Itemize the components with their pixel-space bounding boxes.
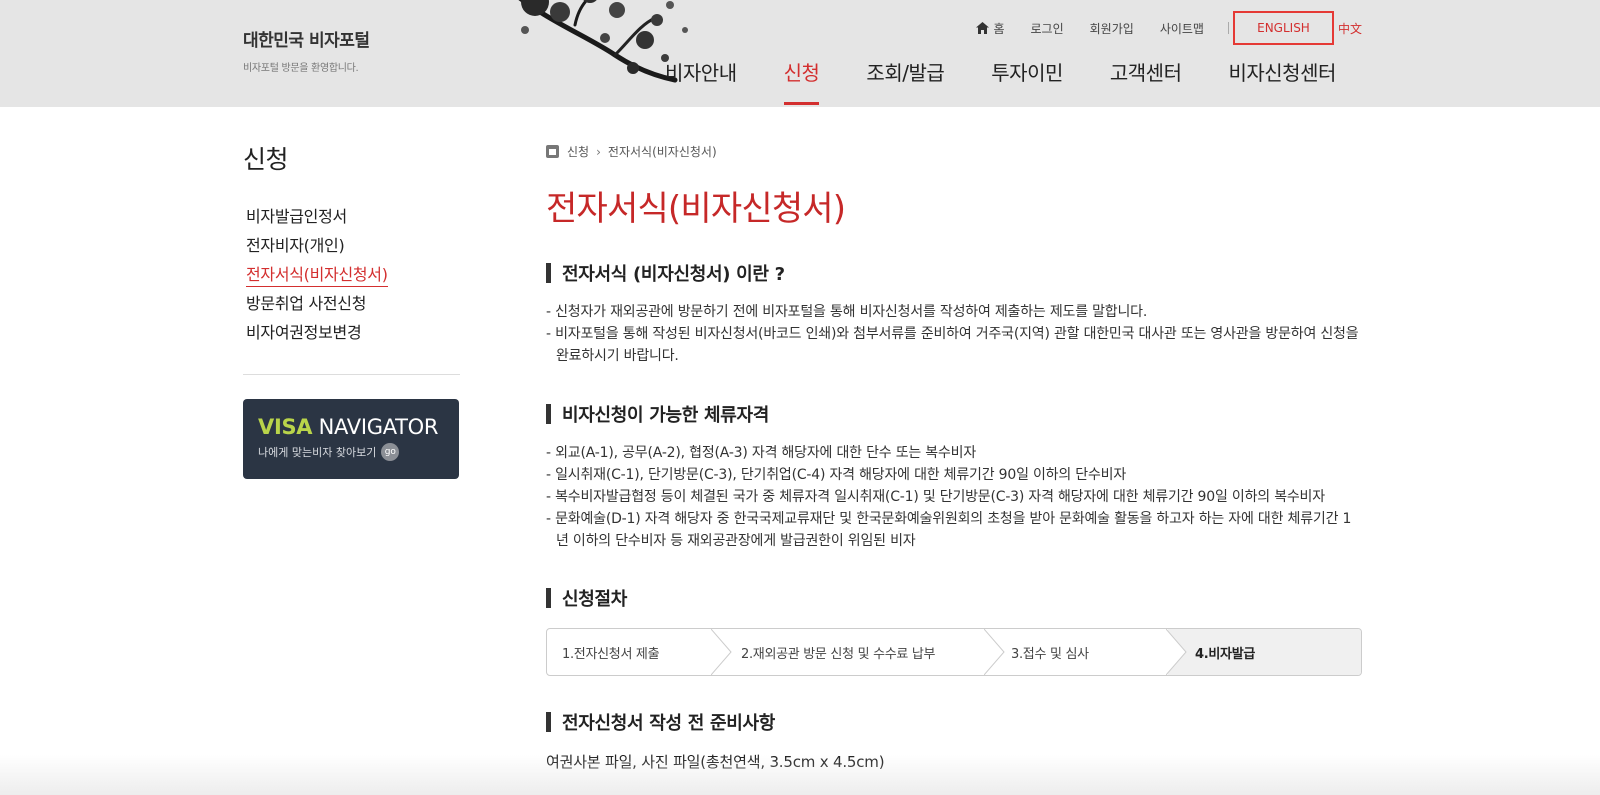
logo-title: 대한민국 비자포털 [243, 31, 370, 51]
home-label: 홈 [993, 21, 1005, 36]
sidebar-item-work-visit-preapply[interactable]: 방문취업 사전신청 [243, 289, 460, 318]
list-item: 비자포털을 통해 작성된 비자신청서(바코드 인쇄)와 첨부서류를 준비하여 거… [546, 323, 1362, 367]
step-arrow-icon [711, 629, 732, 675]
breadcrumb-home-icon[interactable] [546, 145, 559, 158]
sidebar-menu: 비자발급인정서 전자비자(개인) 전자서식(비자신청서) 방문취업 사전신청 비… [243, 202, 460, 347]
nav-apply[interactable]: 신청 [783, 57, 820, 105]
list-item: 외교(A-1), 공무(A-2), 협정(A-3) 자격 해당자에 대한 단수 … [546, 442, 1362, 464]
language-english-button[interactable]: ENGLISH [1232, 11, 1334, 45]
breadcrumb-level2: 전자서식(비자신청서) [607, 145, 717, 159]
site-header: 대한민국 비자포털 비자포털 방문을 환영합니다. 홈 로그인 회원가입 사이트… [0, 0, 1600, 107]
sidebar-item-visa-confirmation[interactable]: 비자발급인정서 [243, 202, 460, 231]
signup-link[interactable]: 회원가입 [1090, 20, 1134, 37]
nav-visa-application-center[interactable]: 비자신청센터 [1228, 57, 1336, 105]
sidebar-title: 신청 [243, 145, 289, 174]
preparation-text: 여권사본 파일, 사진 파일(총천연색, 3.5cm x 4.5cm) [546, 753, 885, 771]
sidebar-item-label: 전자비자(개인) [246, 236, 345, 255]
procedure-step-2: 2.재외공관 방문 신청 및 수수료 납부 [741, 646, 936, 662]
procedure-step-4: 4.비자발급 [1168, 629, 1361, 675]
nav-visa-info[interactable]: 비자안내 [665, 57, 737, 105]
home-link[interactable]: 홈 [976, 20, 1005, 37]
logo-subtitle: 비자포털 방문을 환영합니다. [243, 63, 359, 74]
list-item: 일시취재(C-1), 단기방문(C-3), 단기취업(C-4) 자격 해당자에 … [546, 464, 1362, 486]
procedure-step-1: 1.전자신청서 제출 [562, 646, 660, 662]
sidebar-item-label: 전자서식(비자신청서) [246, 265, 388, 287]
visa-navigator-title-rest: NAVIGATOR [318, 415, 439, 439]
page-title: 전자서식(비자신청서) [546, 189, 846, 229]
sidebar-item-label: 비자발급인정서 [246, 207, 347, 226]
sidebar: 신청 비자발급인정서 전자비자(개인) 전자서식(비자신청서) 방문취업 사전신… [243, 140, 460, 479]
nav-investment-immigration[interactable]: 투자이민 [991, 57, 1063, 105]
nav-customer-center[interactable]: 고객센터 [1110, 57, 1182, 105]
sidebar-divider [243, 374, 460, 375]
section-heading-intro: 전자서식 (비자신청서) 이란 ? [546, 260, 1362, 286]
sidebar-item-label: 방문취업 사전신청 [246, 294, 367, 313]
sidebar-item-passport-info-change[interactable]: 비자여권정보변경 [243, 318, 460, 347]
nav-inquiry-issuance[interactable]: 조회/발급 [866, 57, 944, 105]
visa-navigator-subtitle-row: 나에게 맞는비자 찾아보기 go [258, 443, 459, 461]
util-divider [1227, 22, 1229, 34]
main-content: 신청 › 전자서식(비자신청서) 전자서식(비자신청서) 전자서식 (비자신청서… [546, 143, 1362, 772]
visa-navigator-banner[interactable]: VISA NAVIGATOR 나에게 맞는비자 찾아보기 go [243, 399, 459, 479]
sitemap-link[interactable]: 사이트맵 [1160, 20, 1204, 37]
procedure-steps: 1.전자신청서 제출 2.재외공관 방문 신청 및 수수료 납부 3.접수 및 … [546, 628, 1362, 676]
section-heading-preparation: 전자신청서 작성 전 준비사항 [546, 709, 1362, 735]
go-badge-icon: go [381, 443, 400, 461]
site-logo[interactable]: 대한민국 비자포털 비자포털 방문을 환영합니다. [243, 26, 370, 74]
sidebar-item-label: 비자여권정보변경 [246, 323, 362, 342]
breadcrumb-level1[interactable]: 신청 [567, 143, 589, 160]
eligible-list: 외교(A-1), 공무(A-2), 협정(A-3) 자격 해당자에 대한 단수 … [546, 442, 1362, 552]
home-icon [976, 22, 990, 34]
section-heading-eligible: 비자신청이 가능한 체류자격 [546, 401, 1362, 427]
visa-navigator-title: VISA NAVIGATOR [258, 415, 459, 439]
utility-nav: 홈 로그인 회원가입 사이트맵 ENGLISH 中文 [950, 11, 1362, 45]
section-heading-procedure: 신청절차 [546, 585, 1362, 611]
list-item: 신청자가 재외공관에 방문하기 전에 비자포털을 통해 비자신청서를 작성하여 … [546, 301, 1362, 323]
list-item: 복수비자발급협정 등이 체결된 국가 중 체류자격 일시취재(C-1) 및 단기… [546, 486, 1362, 508]
step-arrow-icon [984, 629, 1005, 675]
chevron-right-icon: › [596, 144, 601, 159]
login-link[interactable]: 로그인 [1031, 20, 1064, 37]
visa-navigator-title-accent: VISA [258, 415, 313, 439]
list-item: 문화예술(D-1) 자격 해당자 중 한국국제교류재단 및 한국문화예술위원회의… [546, 508, 1362, 552]
sidebar-item-e-visa-individual[interactable]: 전자비자(개인) [243, 231, 460, 260]
intro-list: 신청자가 재외공관에 방문하기 전에 비자포털을 통해 비자신청서를 작성하여 … [546, 301, 1362, 367]
sidebar-item-e-form[interactable]: 전자서식(비자신청서) [243, 260, 460, 289]
visa-navigator-subtitle: 나에게 맞는비자 찾아보기 [258, 446, 377, 459]
procedure-step-3: 3.접수 및 심사 [1011, 646, 1089, 662]
main-nav: 비자안내 신청 조회/발급 투자이민 고객센터 비자신청센터 [665, 57, 1336, 105]
step-arrow-icon [1166, 629, 1187, 675]
language-chinese-button[interactable]: 中文 [1338, 20, 1362, 37]
breadcrumb: 신청 › 전자서식(비자신청서) [546, 143, 1362, 160]
